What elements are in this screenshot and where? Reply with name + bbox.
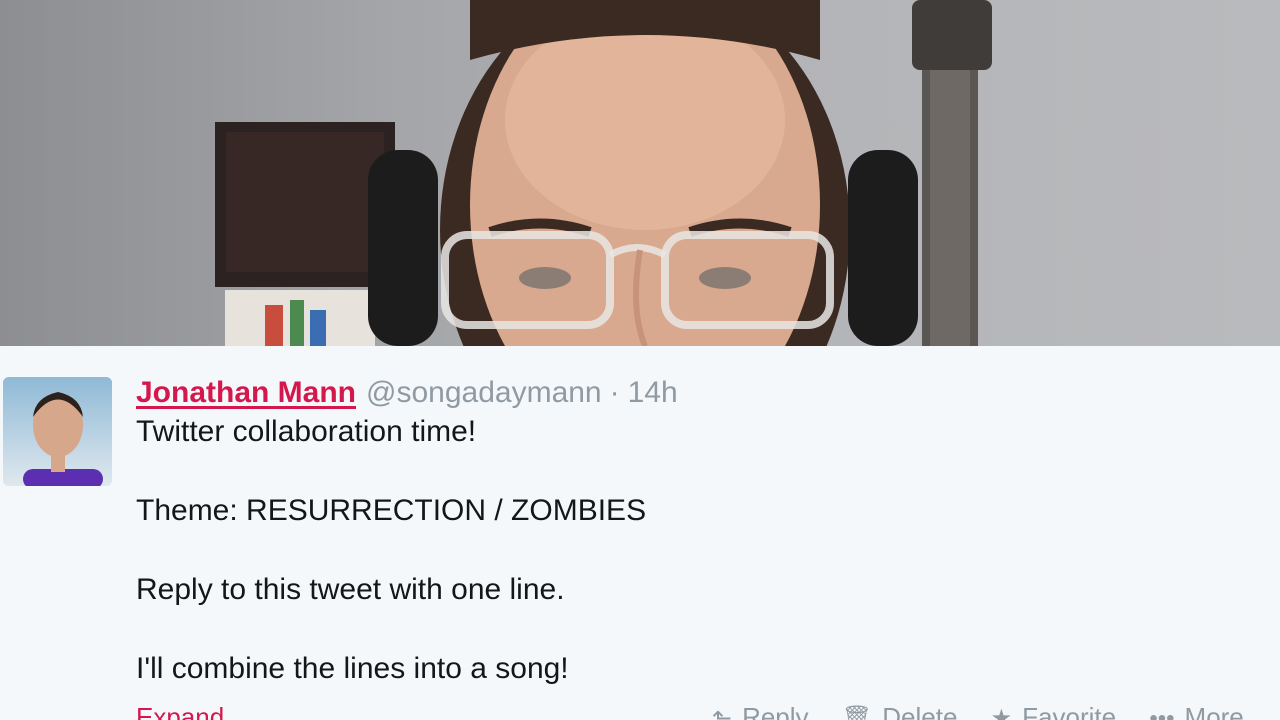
video-scene [215,0,992,346]
reply-label: Reply [742,702,809,720]
separator-dot: · [609,376,620,409]
reply-button[interactable]: ⬑ Reply [712,702,809,720]
tweet-text-line-2: Theme: RESURRECTION / ZOMBIES [136,494,647,527]
delete-button[interactable]: 🗑 Delete [842,702,958,720]
tweet-text-line-3: Reply to this tweet with one line. [136,573,565,606]
video-frame [0,0,1280,346]
tweet-header: Jonathan Mann @songadaymann · 14h [136,374,678,412]
tweet-timestamp[interactable]: 14h [628,376,678,409]
delete-label: Delete [882,702,958,720]
author-handle[interactable]: @songadaymann [366,376,602,409]
expand-link[interactable]: Expand [136,702,224,720]
more-label: More [1184,702,1244,720]
more-button[interactable]: ••• More [1149,702,1243,720]
reply-icon: ⬑ [712,705,733,720]
tweet-card: Jonathan Mann @songadaymann · 14h Twitter c… [0,346,1280,720]
author-name[interactable]: Jonathan Mann [136,376,356,409]
tweet-text-line-1: Twitter collaboration time! [136,415,477,448]
headphone-left [368,150,438,346]
tweet-actions: ⬑ Reply 🗑 Delete ★ Favorite ••• More [712,702,1270,720]
more-icon: ••• [1149,705,1175,720]
favorite-button[interactable]: ★ Favorite [991,702,1116,720]
trash-icon: 🗑 [841,705,873,720]
favorite-label: Favorite [1022,702,1117,720]
avatar[interactable] [3,377,112,486]
star-icon: ★ [990,705,1013,720]
tweet-text-line-4: I'll combine the lines into a song! [136,652,569,685]
headphone-right [848,150,918,346]
